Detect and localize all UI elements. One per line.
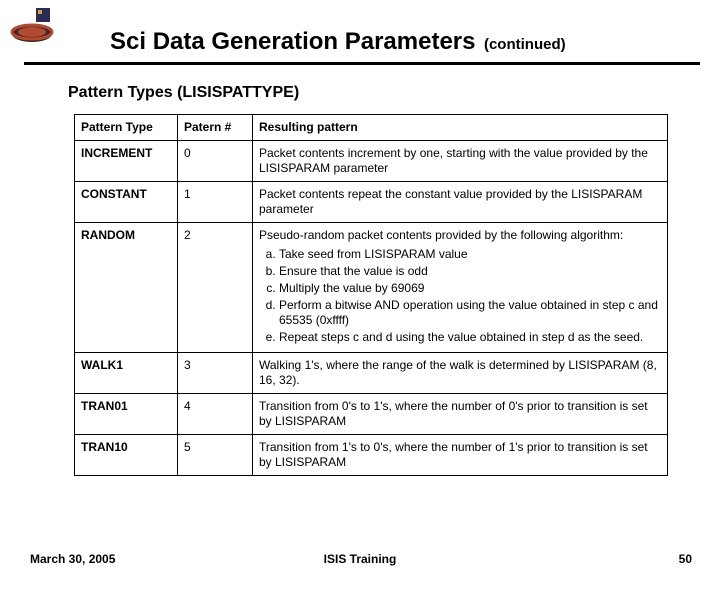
algo-step: Ensure that the value is odd	[279, 264, 661, 279]
table-row: TRAN10 5 Transition from 1's to 0's, whe…	[75, 435, 668, 476]
cell-pattern-type: CONSTANT	[75, 182, 178, 223]
cell-pattern-type: WALK1	[75, 353, 178, 394]
cell-pattern-type: INCREMENT	[75, 141, 178, 182]
table-row: INCREMENT 0 Packet contents increment by…	[75, 141, 668, 182]
slide-title-suffix: (continued)	[484, 36, 566, 53]
slide: Sci Data Generation Parameters (continue…	[0, 0, 720, 590]
algo-step: Repeat steps c and d using the value obt…	[279, 330, 661, 345]
cell-resulting: Packet contents repeat the constant valu…	[253, 182, 668, 223]
cell-resulting: Transition from 1's to 0's, where the nu…	[253, 435, 668, 476]
slide-title-area: Sci Data Generation Parameters (continue…	[110, 28, 690, 56]
title-divider	[24, 62, 700, 65]
th-pattern-num: Patern #	[178, 115, 253, 141]
cell-pattern-num: 2	[178, 223, 253, 353]
table-row: WALK1 3 Walking 1's, where the range of …	[75, 353, 668, 394]
algo-list: Take seed from LISISPARAM value Ensure t…	[259, 247, 661, 345]
footer-center: ISIS Training	[0, 552, 720, 566]
mission-logo	[10, 8, 58, 44]
cell-resulting: Transition from 0's to 1's, where the nu…	[253, 394, 668, 435]
footer: March 30, 2005 ISIS Training 50	[0, 552, 720, 572]
pattern-table-wrap: Pattern Type Patern # Resulting pattern …	[74, 114, 668, 476]
cell-pattern-num: 4	[178, 394, 253, 435]
cell-resulting: Pseudo-random packet contents provided b…	[253, 223, 668, 353]
cell-pattern-num: 0	[178, 141, 253, 182]
table-row: TRAN01 4 Transition from 0's to 1's, whe…	[75, 394, 668, 435]
th-pattern-type: Pattern Type	[75, 115, 178, 141]
table-header-row: Pattern Type Patern # Resulting pattern	[75, 115, 668, 141]
section-subtitle: Pattern Types (LISISPATTYPE)	[68, 84, 299, 102]
slide-title: Sci Data Generation Parameters	[110, 28, 476, 55]
cell-pattern-num: 3	[178, 353, 253, 394]
cell-pattern-num: 5	[178, 435, 253, 476]
pattern-table-body: INCREMENT 0 Packet contents increment by…	[75, 141, 668, 476]
cell-pattern-type: TRAN01	[75, 394, 178, 435]
pattern-table: Pattern Type Patern # Resulting pattern …	[74, 114, 668, 476]
algo-step: Multiply the value by 69069	[279, 281, 661, 296]
table-row: RANDOM 2 Pseudo-random packet contents p…	[75, 223, 668, 353]
footer-pagenum: 50	[679, 552, 692, 566]
algo-step: Perform a bitwise AND operation using th…	[279, 298, 661, 328]
algo-intro: Pseudo-random packet contents provided b…	[259, 228, 623, 242]
cell-resulting: Walking 1's, where the range of the walk…	[253, 353, 668, 394]
algo-step: Take seed from LISISPARAM value	[279, 247, 661, 262]
cell-pattern-num: 1	[178, 182, 253, 223]
table-row: CONSTANT 1 Packet contents repeat the co…	[75, 182, 668, 223]
cell-pattern-type: RANDOM	[75, 223, 178, 353]
cell-resulting: Packet contents increment by one, starti…	[253, 141, 668, 182]
cell-pattern-type: TRAN10	[75, 435, 178, 476]
th-resulting: Resulting pattern	[253, 115, 668, 141]
